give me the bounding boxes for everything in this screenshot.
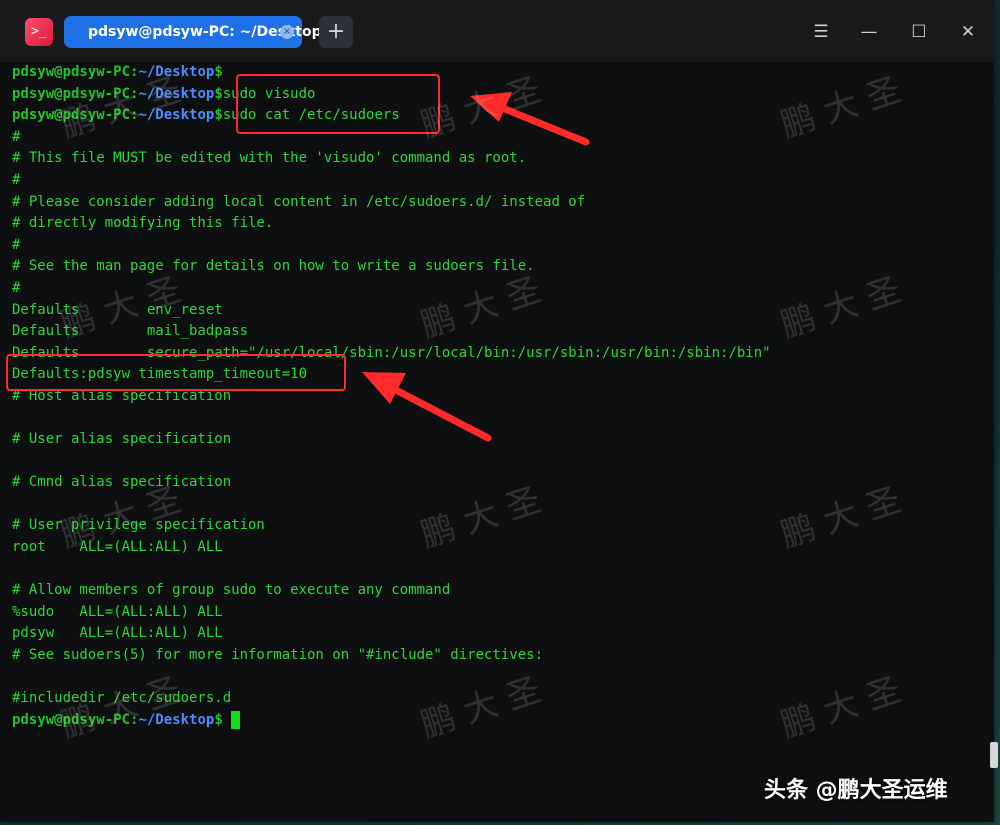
source-credit: 头条 @鹏大圣运维 <box>764 778 948 803</box>
terminal-window: >_ pdsyw@pdsyw-PC: ~/Desktop × + ☰ — ☐ ✕… <box>0 0 994 822</box>
arrow-icon <box>362 372 492 442</box>
scrollbar-thumb[interactable] <box>990 742 998 768</box>
annotation-arrows <box>362 92 590 442</box>
arrow-icon <box>470 92 590 146</box>
